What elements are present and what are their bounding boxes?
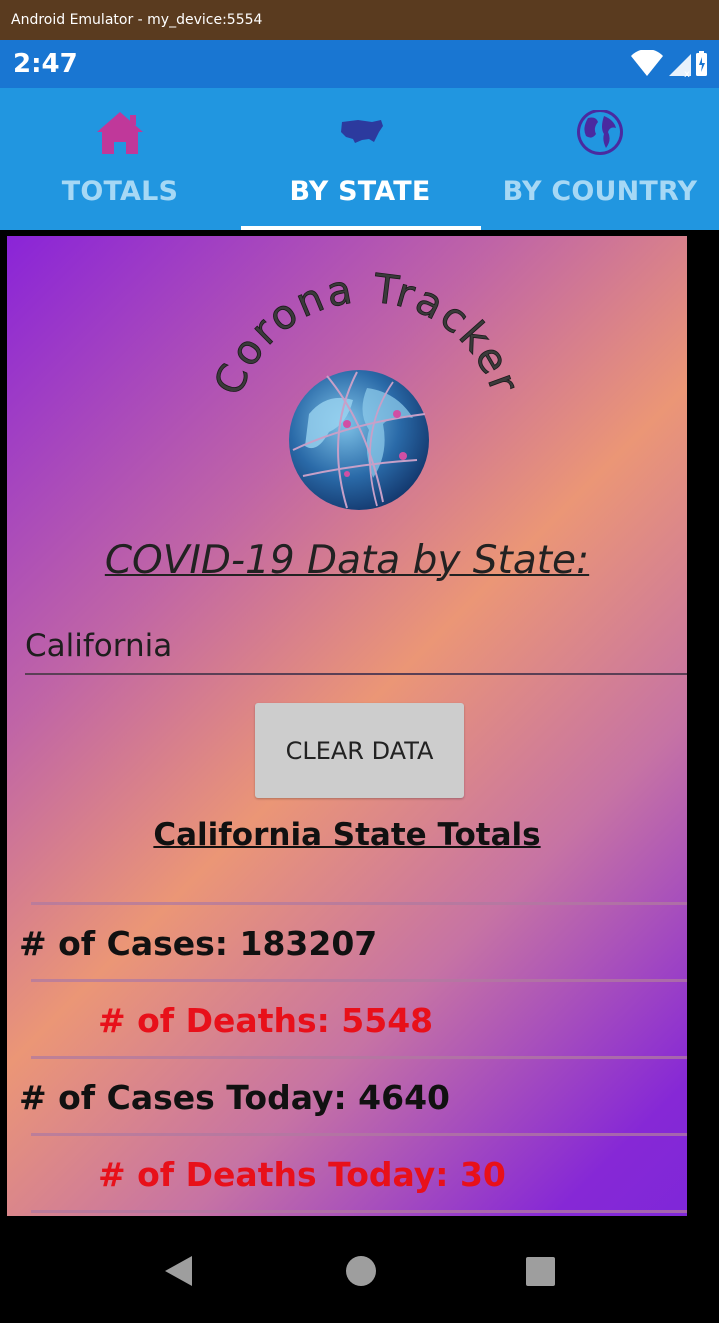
divider <box>31 1056 687 1059</box>
divider <box>31 902 687 905</box>
cases-stat: # of Cases: 183207 <box>19 924 378 963</box>
tab-label: BY STATE <box>289 176 431 207</box>
clear-data-button[interactable]: CLEAR DATA <box>255 703 464 798</box>
tab-label: TOTALS <box>61 176 179 207</box>
status-icons: x <box>631 50 707 78</box>
wifi-icon <box>631 50 663 76</box>
corona-tracker-logo: Corona Tracker <box>207 265 526 510</box>
divider <box>31 1210 687 1213</box>
tab-totals[interactable]: TOTALS <box>0 88 240 230</box>
nav-buttons <box>165 1256 555 1286</box>
status-bar: 2:47 x <box>0 40 719 88</box>
divider <box>31 1133 687 1136</box>
navigation-bar <box>0 1222 719 1318</box>
signal-icon: x <box>669 54 691 78</box>
svg-text:x: x <box>684 69 690 78</box>
tab-by-state[interactable]: BY STATE <box>240 88 480 230</box>
tab-indicator <box>241 226 481 230</box>
deaths-today-stat: # of Deaths Today: 30 <box>98 1155 506 1194</box>
page-heading: COVID-19 Data by State: <box>104 538 590 583</box>
globe-icon <box>577 110 623 155</box>
home-circle-icon[interactable] <box>346 1256 376 1286</box>
back-icon[interactable] <box>165 1256 192 1286</box>
emulator-title-bar: Android Emulator - my_device:5554 <box>0 0 719 40</box>
cases-today-stat: # of Cases Today: 4640 <box>19 1078 451 1117</box>
recents-icon[interactable] <box>526 1257 555 1286</box>
battery-icon <box>696 51 707 76</box>
home-icon <box>97 112 143 154</box>
state-totals-title: California State Totals <box>153 817 541 853</box>
deaths-stat: # of Deaths: 5548 <box>98 1001 434 1040</box>
status-time: 2:47 <box>13 49 78 79</box>
divider <box>31 979 687 982</box>
tab-by-country[interactable]: BY COUNTRY <box>480 88 719 230</box>
state-page: Corona Tracker COVID-19 Data by State: C… <box>7 236 687 1216</box>
tab-label: BY COUNTRY <box>502 176 698 207</box>
globe-logo-icon <box>289 370 429 510</box>
tab-bar: TOTALS BY STATE BY COUNTRY <box>0 88 719 230</box>
state-input[interactable] <box>25 618 687 675</box>
window-title: Android Emulator - my_device:5554 <box>11 12 263 28</box>
usa-map-icon <box>341 120 383 143</box>
